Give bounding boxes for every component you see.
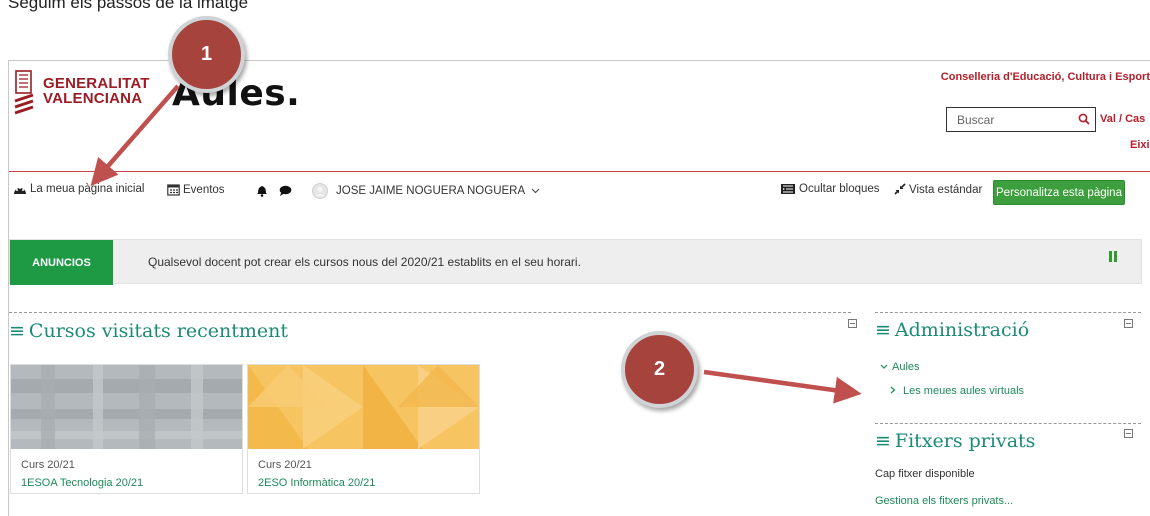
recent-courses-heading: Cursos visitats recentment [28,320,289,342]
bell-icon[interactable] [256,184,268,197]
private-files-heading: Fitxers privats [894,430,1036,452]
nav-home-label: La meua pàgina inicial [30,183,145,195]
calendar-icon [167,184,180,196]
course-name-link[interactable]: 1ESOA Tecnologia 20/21 [21,477,143,489]
course-card[interactable]: Curs 20/21 1ESOA Tecnologia 20/21 [10,364,243,494]
chevron-down-icon [531,188,540,194]
user-menu[interactable]: JOSE JAIME NOGUERA NOGUERA [312,183,543,199]
language-switch[interactable]: Val / Cas [1100,113,1145,125]
search-input[interactable] [947,108,1067,131]
step-callout-1: 1 [168,16,245,93]
hide-blocks-button[interactable]: Ocultar bloques [780,183,880,195]
dashboard-icon [14,187,26,194]
customize-page-button[interactable]: Personalitza esta pàgina [993,180,1125,205]
announcements-bar: ANUNCIOS Qualsevol docent pot crear els … [9,239,1142,285]
recent-courses-title: ≡ Cursos visitats recentment [9,320,288,342]
hide-blocks-label: Ocultar bloques [799,183,880,195]
nav-events[interactable]: Eventos [167,183,225,196]
step-callout-2: 2 [621,331,698,408]
no-files-text: Cap fitxer disponible [875,468,975,480]
administration-title: ≡ Administració [875,319,1029,341]
exit-link[interactable]: Eixir [1130,139,1150,151]
collapse-icon[interactable] [1124,319,1133,328]
course-name-link[interactable]: 2ESO Informàtica 20/21 [258,477,375,489]
my-virtual-classrooms-label: Les meues aules virtuals [903,385,1025,397]
hide-blocks-icon [781,184,795,194]
course-category: Curs 20/21 [21,459,75,471]
course-image [248,365,479,449]
user-name: JOSE JAIME NOGUERA NOGUERA [336,185,526,197]
header-divider [9,171,1150,172]
search-icon[interactable] [1078,113,1090,125]
nav-home[interactable]: La meua pàgina inicial [13,183,144,195]
announcements-badge: ANUNCIOS [10,240,113,285]
collapse-icon[interactable] [1124,429,1133,438]
compress-icon [894,183,906,195]
generalitat-wordmark: GENERALITAT VALENCIANA [43,75,150,107]
collapse-icon[interactable] [848,319,857,328]
pause-icon[interactable] [1108,251,1118,262]
admin-section-label: Aules [892,361,920,373]
department-link[interactable]: Conselleria d'Educació, Cultura i Esport [941,71,1150,83]
avatar [312,183,328,199]
standard-view-label: Vista estándar [909,183,983,196]
generalitat-emblem-icon [14,70,34,115]
my-virtual-classrooms-link[interactable]: Les meues aules virtuals [890,385,1024,397]
announcement-text: Qualsevol docent pot crear els cursos no… [148,255,581,269]
course-image [11,365,242,449]
block-divider [9,312,851,313]
search-box[interactable] [946,107,1096,132]
menu-icon[interactable]: ≡ [875,431,891,451]
block-divider [875,312,1141,313]
block-divider [875,423,1141,424]
chevron-right-icon [890,386,896,394]
aules-screenshot: GENERALITAT VALENCIANA Aules. Conselleri… [8,60,1150,516]
nav-events-label: Eventos [183,183,225,196]
menu-icon[interactable]: ≡ [9,321,25,341]
admin-section-aules[interactable]: Aules [880,361,920,373]
course-category: Curs 20/21 [258,459,312,471]
course-card[interactable]: Curs 20/21 2ESO Informàtica 20/21 [247,364,480,494]
document-caption: Seguim els passos de la imatge: [8,0,248,12]
administration-heading: Administració [894,319,1030,341]
menu-icon[interactable]: ≡ [875,320,891,340]
chevron-down-icon [880,364,888,369]
generalitat-logo[interactable]: GENERALITAT VALENCIANA [13,67,158,125]
private-files-title: ≡ Fitxers privats [875,430,1035,452]
top-nav-bar: La meua pàgina inicial Eventos JOSE JAIM… [9,173,1150,211]
manage-private-files-link[interactable]: Gestiona els fitxers privats... [875,495,1013,507]
chat-bubble-icon[interactable] [279,185,292,197]
standard-view-button[interactable]: Vista estándar [893,183,982,196]
